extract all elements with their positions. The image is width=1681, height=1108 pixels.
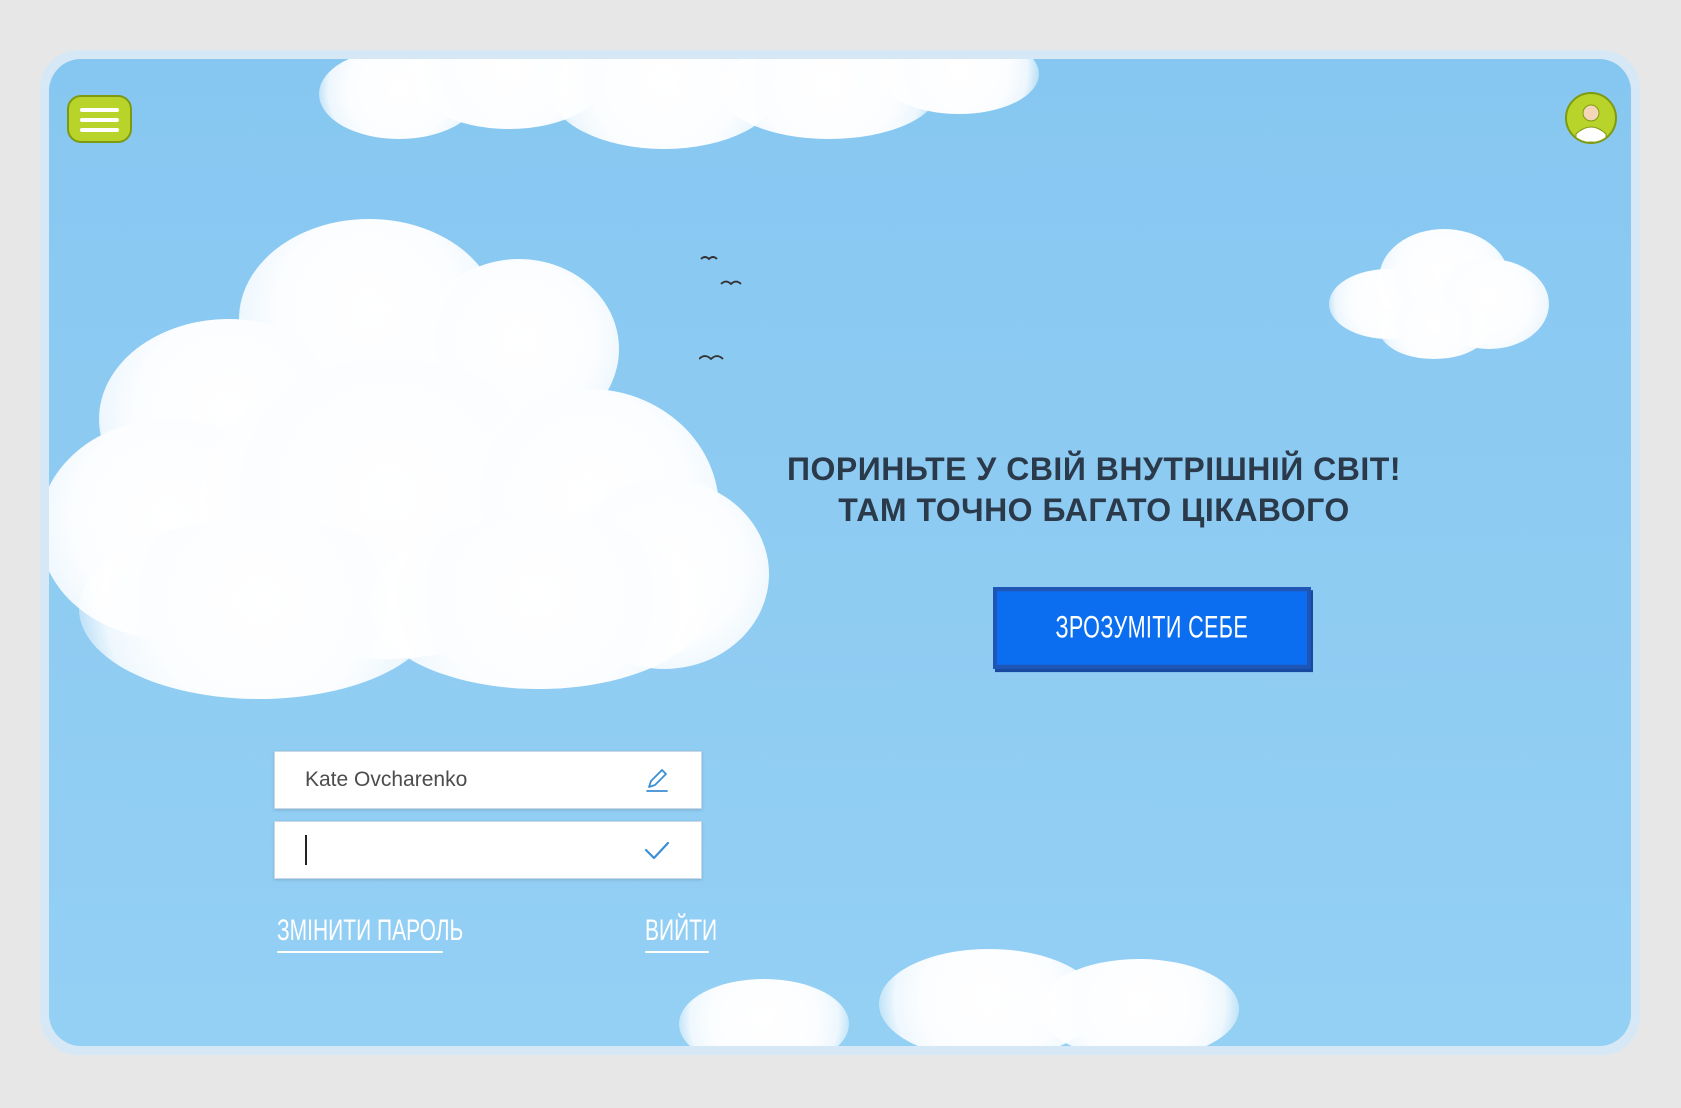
name-value: Kate Ovcharenko	[305, 768, 468, 791]
device-frame: ПОРИНЬТЕ У СВІЙ ВНУТРІШНІЙ СВІТ! ТАМ ТОЧ…	[40, 50, 1640, 1055]
person-icon	[1575, 104, 1607, 142]
logout-label: ВИЙТИ	[645, 914, 718, 947]
change-password-link[interactable]: ЗМІНИТИ ПАРОЛЬ	[277, 914, 463, 953]
change-password-label: ЗМІНИТИ ПАРОЛЬ	[277, 914, 464, 947]
headline-line-2: ТАМ ТОЧНО БАГАТО ЦІКАВОГО	[838, 492, 1350, 528]
cloud-bottom	[679, 939, 1279, 1046]
understand-yourself-button[interactable]: ЗРОЗУМІТИ СЕБЕ	[993, 587, 1311, 669]
hero-headline: ПОРИНЬТЕ У СВІЙ ВНУТРІШНІЙ СВІТ! ТАМ ТОЧ…	[769, 449, 1419, 531]
sky-screen: ПОРИНЬТЕ У СВІЙ ВНУТРІШНІЙ СВІТ! ТАМ ТОЧ…	[49, 59, 1631, 1046]
menu-line	[80, 128, 119, 132]
logout-link[interactable]: ВИЙТИ	[645, 914, 718, 953]
password-input[interactable]	[305, 835, 643, 865]
cta-label: ЗРОЗУМІТИ СЕБЕ	[1055, 610, 1249, 645]
cloud-right	[1319, 219, 1549, 369]
birds-decoration	[699, 256, 742, 361]
cloud-top	[319, 59, 1039, 169]
name-field[interactable]: Kate Ovcharenko	[274, 751, 702, 809]
password-field[interactable]	[274, 821, 702, 879]
user-avatar-icon[interactable]	[1565, 92, 1617, 144]
pencil-edit-icon[interactable]	[643, 766, 671, 794]
checkmark-icon[interactable]	[643, 836, 671, 864]
cloud-main	[49, 219, 769, 699]
menu-line	[80, 118, 119, 122]
headline-line-1: ПОРИНЬТЕ У СВІЙ ВНУТРІШНІЙ СВІТ!	[787, 451, 1401, 487]
menu-line	[80, 108, 119, 112]
hamburger-menu-icon[interactable]	[67, 95, 132, 143]
